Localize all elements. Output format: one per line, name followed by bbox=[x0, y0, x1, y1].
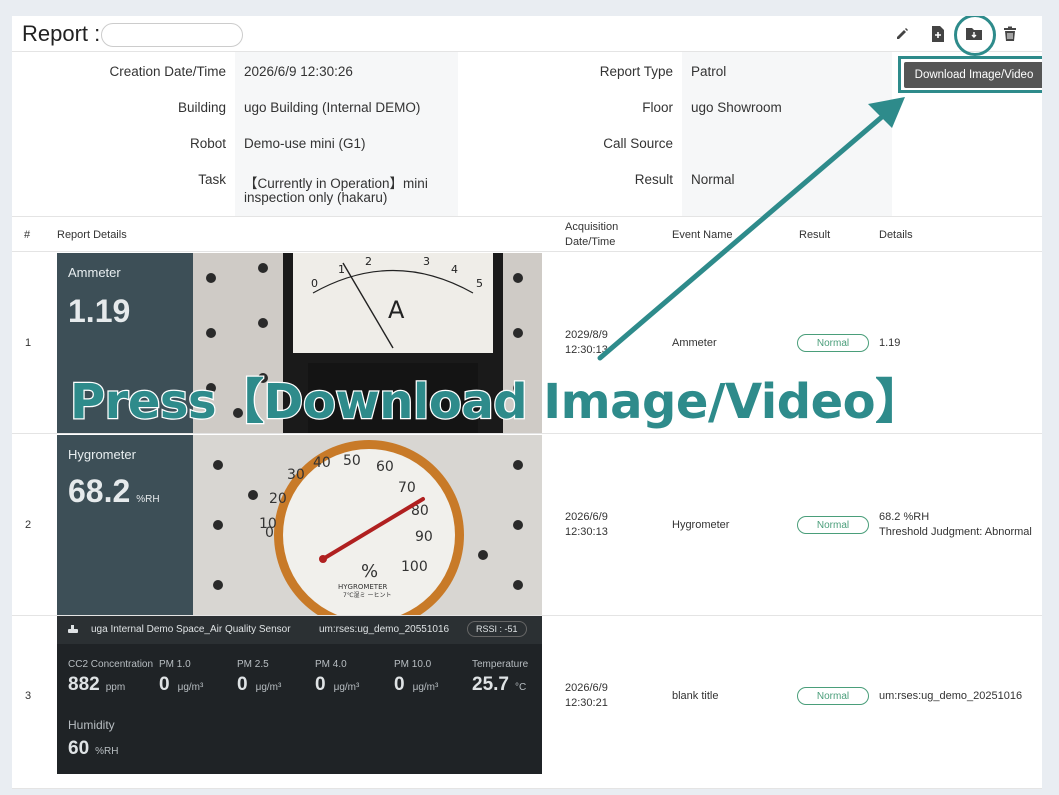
instruction-overlay: Press【Download Image/Video】 bbox=[69, 373, 925, 432]
